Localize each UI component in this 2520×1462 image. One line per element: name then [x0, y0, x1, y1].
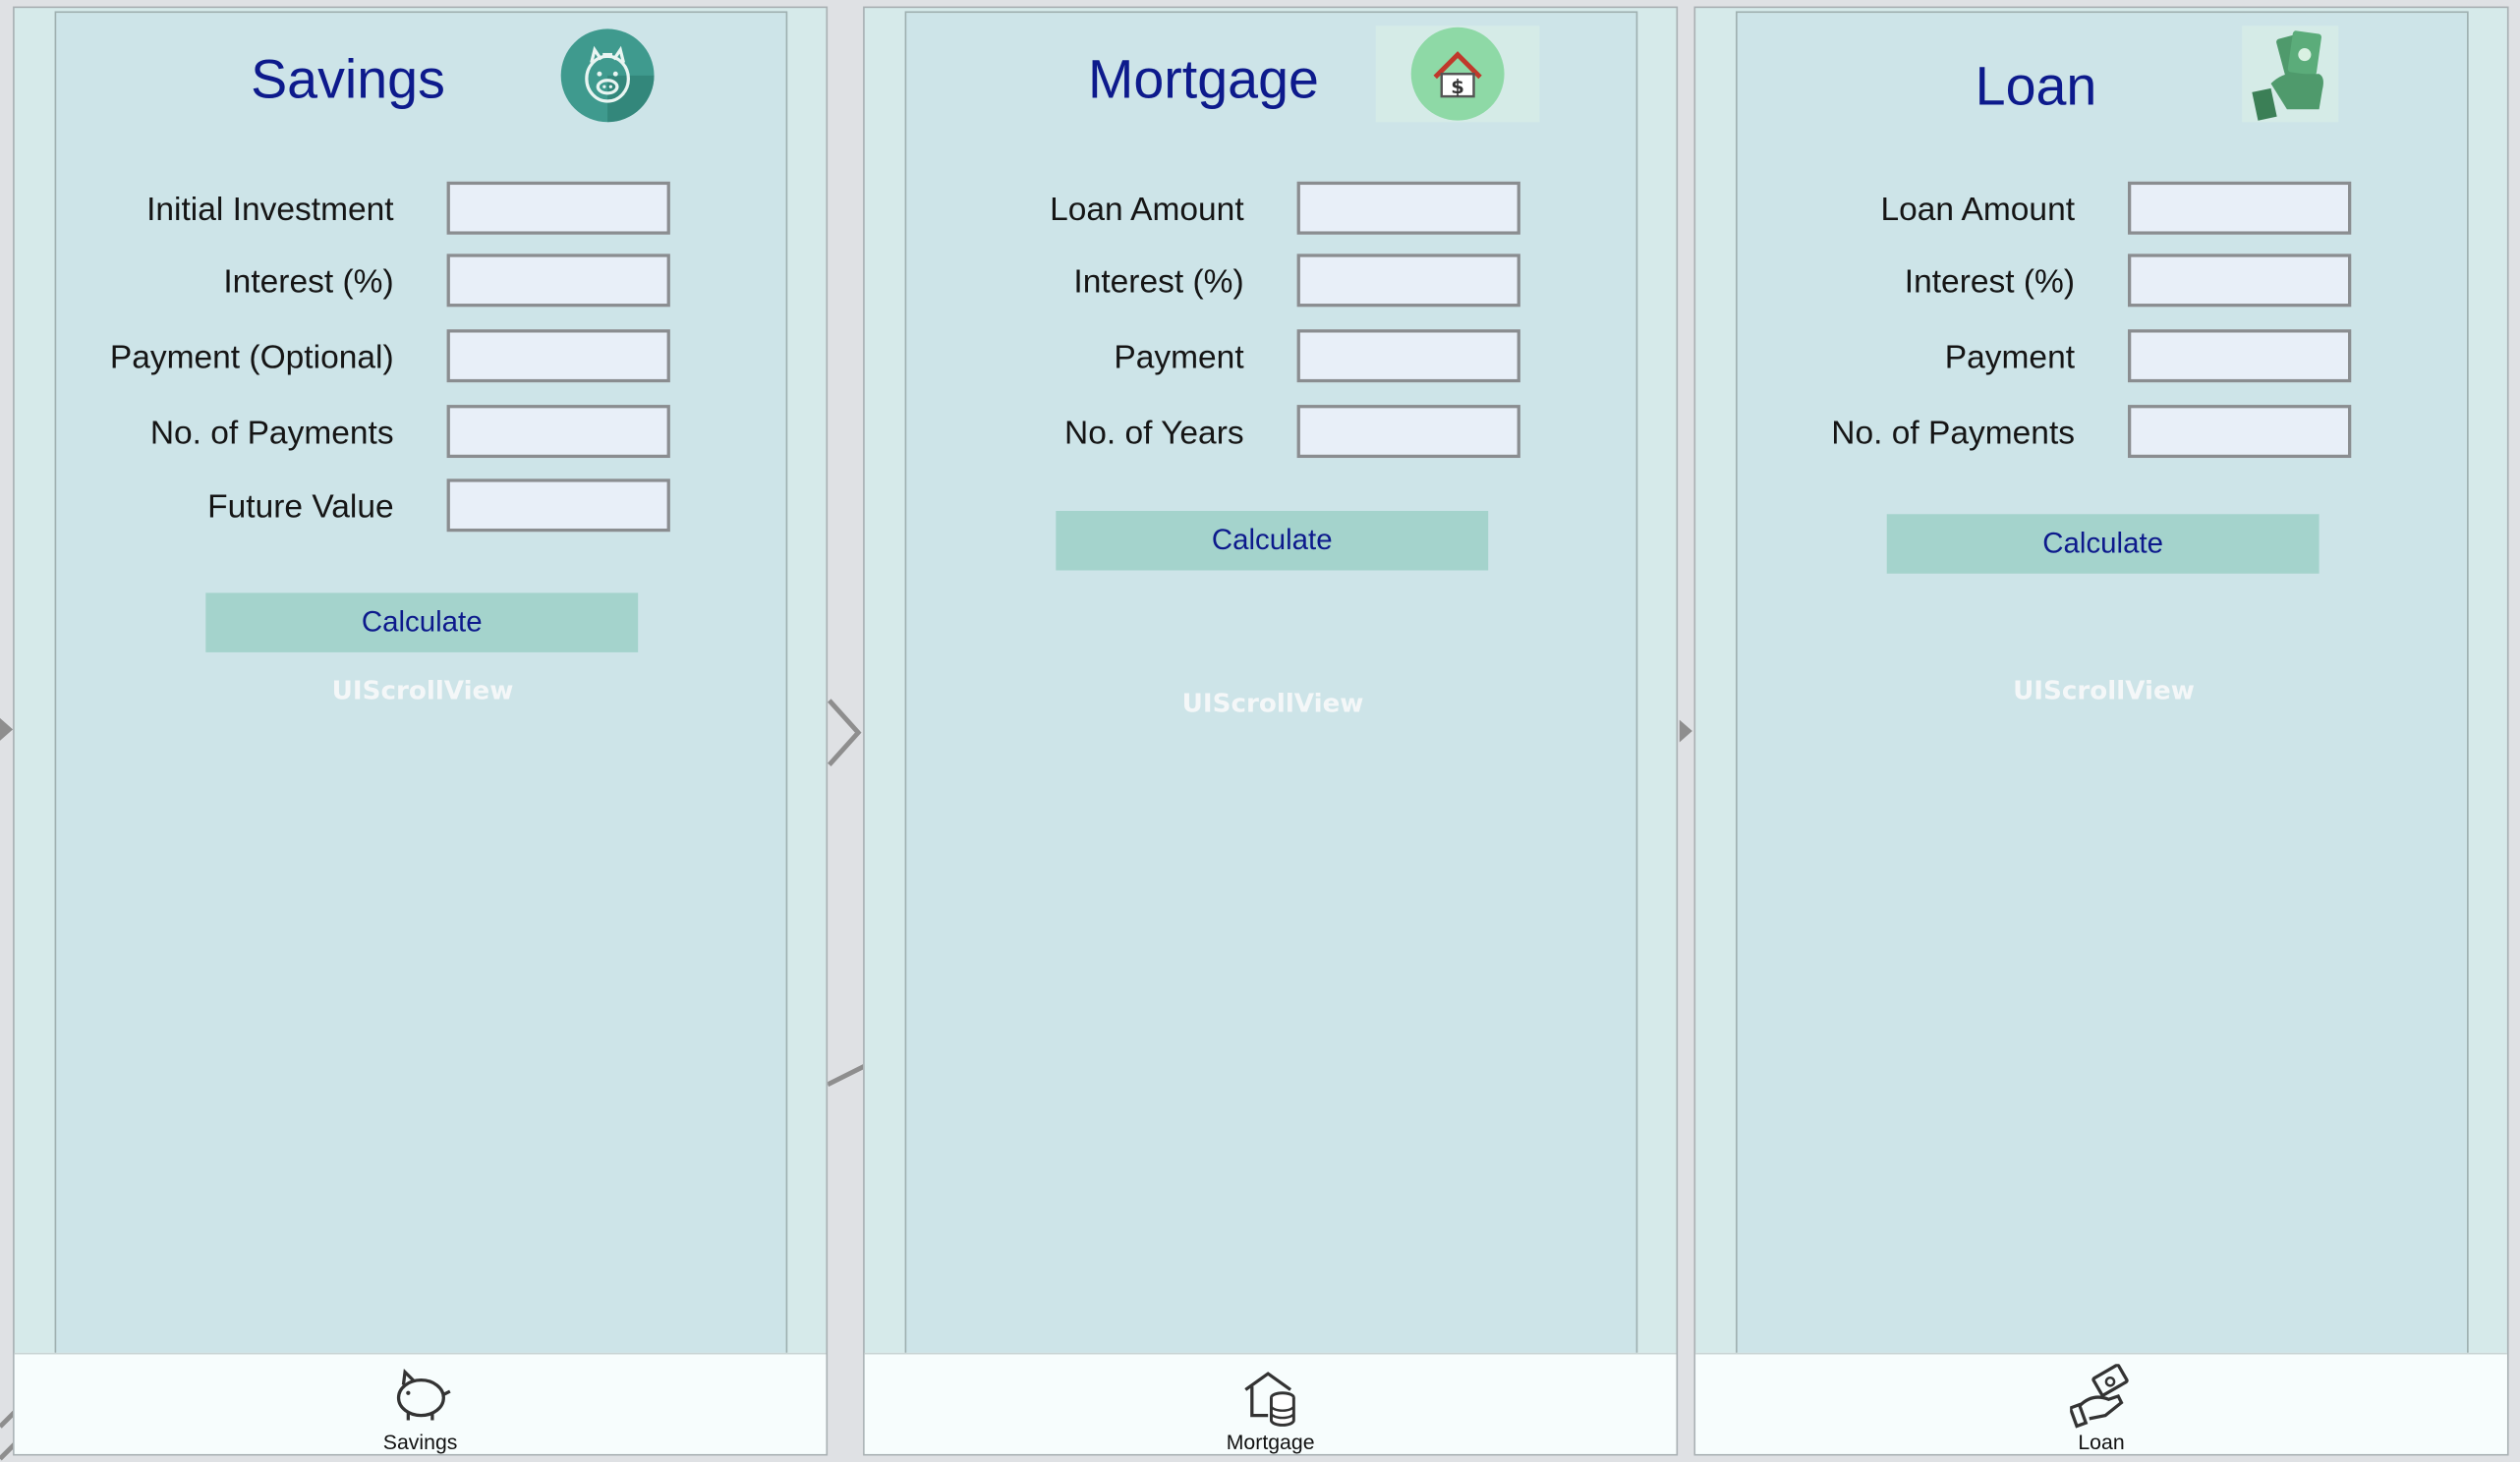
field-label: Payment	[1944, 339, 2076, 376]
piggy-bank-icon	[396, 1368, 450, 1421]
page-title: Mortgage	[1088, 49, 1319, 111]
segue-arrow-left	[0, 717, 14, 741]
form-row-interest: Interest (%)	[1738, 253, 2471, 309]
scroll-view-label: UIScrollView	[331, 674, 514, 705]
interest-field[interactable]	[1296, 253, 1520, 308]
scroll-view-label: UIScrollView	[2013, 674, 2195, 705]
interest-field[interactable]	[446, 253, 670, 308]
payment-field[interactable]	[1296, 329, 1520, 383]
loan-amount-field[interactable]	[1296, 181, 1520, 235]
form-row-interest: Interest (%)	[906, 253, 1639, 309]
payment-field[interactable]	[2128, 329, 2352, 383]
mortgage-screen: Mortgage $ Loan Amount Interest (%) Paym…	[863, 6, 1679, 1456]
svg-text:$: $	[1451, 76, 1464, 98]
tab-bar: Savings	[14, 1352, 827, 1454]
no-of-payments-field[interactable]	[2128, 405, 2352, 459]
form-row-no-of-payments: No. of Payments	[56, 405, 789, 460]
savings-screen: Savings Initial Investment Interest (%) …	[13, 6, 829, 1456]
form-row-payment-optional: Payment (Optional)	[56, 329, 789, 384]
tab-bar: Loan	[1695, 1352, 2507, 1454]
field-label: Interest (%)	[223, 263, 394, 301]
field-label: No. of Payments	[149, 414, 394, 452]
payment-field[interactable]	[446, 329, 670, 383]
savings-scroll-view[interactable]: Savings Initial Investment Interest (%) …	[54, 11, 789, 1358]
piggy-bank-icon	[559, 28, 656, 124]
field-label: No. of Years	[1063, 414, 1244, 452]
storyboard-canvas: Savings Initial Investment Interest (%) …	[0, 0, 2520, 1462]
field-label: Payment (Optional)	[109, 339, 394, 376]
page-title: Savings	[251, 49, 445, 111]
no-of-payments-field[interactable]	[446, 405, 670, 459]
page-title: Loan	[1975, 56, 2097, 118]
tab-label: Mortgage	[1226, 1430, 1315, 1454]
form-row-initial-investment: Initial Investment	[56, 181, 789, 237]
loan-screen: Loan Loan Amount Interest (%) Payment No…	[1693, 6, 2509, 1456]
field-label: Interest (%)	[1073, 263, 1244, 301]
segue-line	[827, 1062, 868, 1087]
initial-investment-field[interactable]	[446, 181, 670, 235]
field-label: No. of Payments	[1831, 414, 2076, 452]
no-of-years-field[interactable]	[1296, 405, 1520, 459]
field-label: Interest (%)	[1904, 263, 2076, 301]
field-label: Future Value	[207, 488, 394, 526]
form-row-no-of-years: No. of Years	[906, 405, 1639, 460]
tab-label: Loan	[2078, 1430, 2125, 1454]
field-label: Initial Investment	[146, 191, 394, 229]
cash-hand-icon	[2242, 26, 2339, 123]
loan-scroll-view[interactable]: Loan Loan Amount Interest (%) Payment No…	[1736, 11, 2471, 1358]
form-row-loan-amount: Loan Amount	[906, 181, 1639, 237]
calculate-button[interactable]: Calculate	[1056, 510, 1489, 571]
tab-label: Savings	[382, 1430, 458, 1454]
form-row-loan-amount: Loan Amount	[1738, 181, 2471, 237]
tab-bar: Mortgage	[864, 1352, 1677, 1454]
mortgage-scroll-view[interactable]: Mortgage $ Loan Amount Interest (%) Paym…	[904, 11, 1639, 1358]
interest-field[interactable]	[2128, 253, 2352, 308]
calculate-button[interactable]: Calculate	[205, 592, 639, 652]
loan-amount-field[interactable]	[2128, 181, 2352, 235]
field-label: Loan Amount	[1880, 191, 2076, 229]
house-dollar-icon: $	[1375, 26, 1540, 123]
scroll-view-label: UIScrollView	[1181, 687, 1364, 718]
field-label: Payment	[1114, 339, 1244, 376]
segue-arrow-right	[1679, 719, 1692, 743]
segue-arrow-icon	[827, 699, 862, 766]
calculate-button[interactable]: Calculate	[1886, 514, 2320, 574]
form-row-interest: Interest (%)	[56, 253, 789, 309]
field-label: Loan Amount	[1050, 191, 1244, 229]
hand-money-icon	[2069, 1364, 2128, 1429]
future-value-field[interactable]	[446, 478, 670, 533]
house-coins-icon	[1243, 1372, 1294, 1427]
form-row-no-of-payments: No. of Payments	[1738, 405, 2471, 460]
form-row-future-value: Future Value	[56, 478, 789, 534]
form-row-payment: Payment	[906, 329, 1639, 384]
form-row-payment: Payment	[1738, 329, 2471, 384]
